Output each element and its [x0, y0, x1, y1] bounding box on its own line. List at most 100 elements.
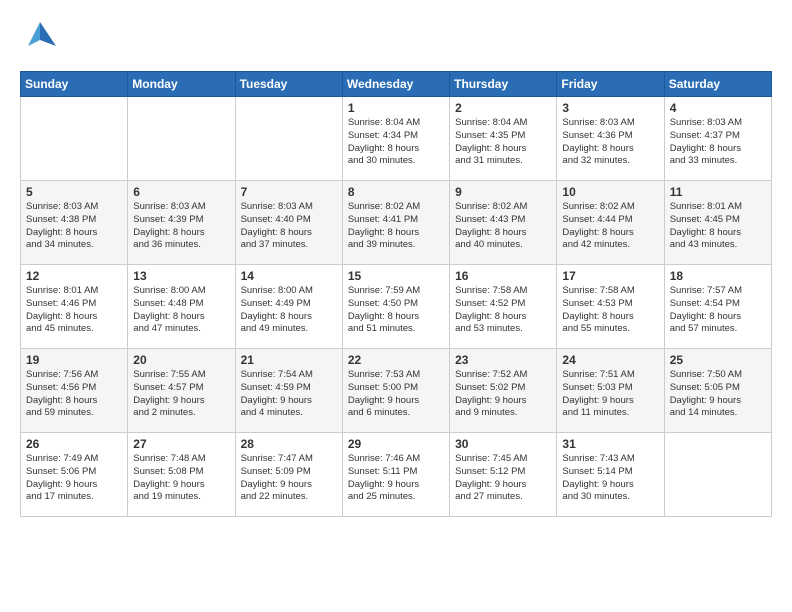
day-cell: 7 Sunrise: 8:03 AM Sunset: 4:40 PM Daylig…: [235, 181, 342, 265]
day-info: Sunrise: 8:03 AM Sunset: 4:37 PM Dayligh…: [670, 117, 766, 168]
page: SundayMondayTuesdayWednesdayThursdayFrid…: [0, 0, 792, 612]
day-cell: 13Sunrise: 8:00 AM Sunset: 4:48 PM Dayli…: [128, 265, 235, 349]
day-number: 21: [241, 353, 337, 367]
day-cell: 3Sunrise: 8:03 AM Sunset: 4:36 PM Daylig…: [557, 97, 664, 181]
day-info: Sunrise: 7:46 AM Sunset: 5:11 PM Dayligh…: [348, 453, 444, 504]
day-cell: 1Sunrise: 8:04 AM Sunset: 4:34 PM Daylig…: [342, 97, 449, 181]
day-number: 14: [241, 269, 337, 283]
logo: [20, 18, 60, 61]
day-number: 12: [26, 269, 122, 283]
day-number: 29: [348, 437, 444, 451]
day-info: Sunrise: 7:59 AM Sunset: 4:50 PM Dayligh…: [348, 285, 444, 336]
day-info: Sunrise: 8:03 AM Sunset: 4:38 PM Dayligh…: [26, 201, 122, 252]
day-cell: 19Sunrise: 7:56 AM Sunset: 4:56 PM Dayli…: [21, 349, 128, 433]
day-cell: [235, 97, 342, 181]
day-cell: 10Sunrise: 8:02 AM Sunset: 4:44 PM Dayli…: [557, 181, 664, 265]
day-cell: 21Sunrise: 7:54 AM Sunset: 4:59 PM Dayli…: [235, 349, 342, 433]
day-number: 25: [670, 353, 766, 367]
day-info: Sunrise: 8:01 AM Sunset: 4:46 PM Dayligh…: [26, 285, 122, 336]
day-number: 7: [241, 185, 337, 199]
day-cell: 22 Sunrise: 7:53 AM Sunset: 5:00 PM Dayli…: [342, 349, 449, 433]
day-info: Sunrise: 7:57 AM Sunset: 4:54 PM Dayligh…: [670, 285, 766, 336]
day-info: Sunrise: 7:49 AM Sunset: 5:06 PM Dayligh…: [26, 453, 122, 504]
day-number: 26: [26, 437, 122, 451]
day-info: Sunrise: 8:04 AM Sunset: 4:34 PM Dayligh…: [348, 117, 444, 168]
calendar-header: SundayMondayTuesdayWednesdayThursdayFrid…: [21, 72, 772, 97]
day-info: Sunrise: 7:51 AM Sunset: 5:03 PM Dayligh…: [562, 369, 658, 420]
logo-icon: [20, 18, 58, 56]
day-cell: 23Sunrise: 7:52 AM Sunset: 5:02 PM Dayli…: [450, 349, 557, 433]
day-cell: 9 Sunrise: 8:02 AM Sunset: 4:43 PM Daylig…: [450, 181, 557, 265]
day-info: Sunrise: 8:00 AM Sunset: 4:49 PM Dayligh…: [241, 285, 337, 336]
day-cell: [21, 97, 128, 181]
day-info: Sunrise: 7:53 AM Sunset: 5:00 PM Dayligh…: [348, 369, 444, 420]
week-row-1: 1Sunrise: 8:04 AM Sunset: 4:34 PM Daylig…: [21, 97, 772, 181]
day-number: 2: [455, 101, 551, 115]
day-number: 24: [562, 353, 658, 367]
day-info: Sunrise: 8:03 AM Sunset: 4:40 PM Dayligh…: [241, 201, 337, 252]
day-cell: 28 Sunrise: 7:47 AM Sunset: 5:09 PM Dayli…: [235, 433, 342, 517]
day-cell: 4 Sunrise: 8:03 AM Sunset: 4:37 PM Daylig…: [664, 97, 771, 181]
day-number: 28: [241, 437, 337, 451]
day-cell: 16Sunrise: 7:58 AM Sunset: 4:52 PM Dayli…: [450, 265, 557, 349]
day-cell: 17Sunrise: 7:58 AM Sunset: 4:53 PM Dayli…: [557, 265, 664, 349]
week-row-3: 12 Sunrise: 8:01 AM Sunset: 4:46 PM Dayli…: [21, 265, 772, 349]
calendar: SundayMondayTuesdayWednesdayThursdayFrid…: [20, 71, 772, 517]
day-cell: 5 Sunrise: 8:03 AM Sunset: 4:38 PM Daylig…: [21, 181, 128, 265]
day-number: 9: [455, 185, 551, 199]
week-row-4: 19Sunrise: 7:56 AM Sunset: 4:56 PM Dayli…: [21, 349, 772, 433]
day-info: Sunrise: 8:02 AM Sunset: 4:41 PM Dayligh…: [348, 201, 444, 252]
day-cell: 26 Sunrise: 7:49 AM Sunset: 5:06 PM Dayli…: [21, 433, 128, 517]
day-number: 18: [670, 269, 766, 283]
day-cell: 14 Sunrise: 8:00 AM Sunset: 4:49 PM Dayli…: [235, 265, 342, 349]
week-row-2: 5 Sunrise: 8:03 AM Sunset: 4:38 PM Daylig…: [21, 181, 772, 265]
day-number: 17: [562, 269, 658, 283]
day-info: Sunrise: 8:01 AM Sunset: 4:45 PM Dayligh…: [670, 201, 766, 252]
day-cell: 15 Sunrise: 7:59 AM Sunset: 4:50 PM Dayli…: [342, 265, 449, 349]
day-number: 22: [348, 353, 444, 367]
day-number: 10: [562, 185, 658, 199]
day-cell: 30 Sunrise: 7:45 AM Sunset: 5:12 PM Dayli…: [450, 433, 557, 517]
day-info: Sunrise: 8:03 AM Sunset: 4:39 PM Dayligh…: [133, 201, 229, 252]
day-of-week-saturday: Saturday: [664, 72, 771, 97]
day-number: 19: [26, 353, 122, 367]
day-cell: 6 Sunrise: 8:03 AM Sunset: 4:39 PM Daylig…: [128, 181, 235, 265]
day-info: Sunrise: 7:43 AM Sunset: 5:14 PM Dayligh…: [562, 453, 658, 504]
day-info: Sunrise: 7:48 AM Sunset: 5:08 PM Dayligh…: [133, 453, 229, 504]
day-number: 30: [455, 437, 551, 451]
day-number: 15: [348, 269, 444, 283]
day-cell: 11 Sunrise: 8:01 AM Sunset: 4:45 PM Dayli…: [664, 181, 771, 265]
day-cell: 8 Sunrise: 8:02 AM Sunset: 4:41 PM Daylig…: [342, 181, 449, 265]
day-number: 3: [562, 101, 658, 115]
day-info: Sunrise: 7:45 AM Sunset: 5:12 PM Dayligh…: [455, 453, 551, 504]
day-number: 27: [133, 437, 229, 451]
day-info: Sunrise: 8:00 AM Sunset: 4:48 PM Dayligh…: [133, 285, 229, 336]
day-number: 4: [670, 101, 766, 115]
day-number: 8: [348, 185, 444, 199]
day-of-week-wednesday: Wednesday: [342, 72, 449, 97]
day-info: Sunrise: 8:02 AM Sunset: 4:43 PM Dayligh…: [455, 201, 551, 252]
day-of-week-tuesday: Tuesday: [235, 72, 342, 97]
day-cell: 25 Sunrise: 7:50 AM Sunset: 5:05 PM Dayli…: [664, 349, 771, 433]
day-number: 11: [670, 185, 766, 199]
day-cell: [664, 433, 771, 517]
days-of-week-row: SundayMondayTuesdayWednesdayThursdayFrid…: [21, 72, 772, 97]
week-row-5: 26 Sunrise: 7:49 AM Sunset: 5:06 PM Dayli…: [21, 433, 772, 517]
day-cell: 18 Sunrise: 7:57 AM Sunset: 4:54 PM Dayli…: [664, 265, 771, 349]
day-of-week-thursday: Thursday: [450, 72, 557, 97]
day-number: 31: [562, 437, 658, 451]
day-of-week-friday: Friday: [557, 72, 664, 97]
day-info: Sunrise: 8:04 AM Sunset: 4:35 PM Dayligh…: [455, 117, 551, 168]
day-of-week-sunday: Sunday: [21, 72, 128, 97]
day-info: Sunrise: 7:47 AM Sunset: 5:09 PM Dayligh…: [241, 453, 337, 504]
day-number: 6: [133, 185, 229, 199]
day-cell: 27 Sunrise: 7:48 AM Sunset: 5:08 PM Dayli…: [128, 433, 235, 517]
day-of-week-monday: Monday: [128, 72, 235, 97]
day-cell: 29 Sunrise: 7:46 AM Sunset: 5:11 PM Dayli…: [342, 433, 449, 517]
day-info: Sunrise: 7:52 AM Sunset: 5:02 PM Dayligh…: [455, 369, 551, 420]
day-info: Sunrise: 7:55 AM Sunset: 4:57 PM Dayligh…: [133, 369, 229, 420]
day-number: 5: [26, 185, 122, 199]
day-info: Sunrise: 7:50 AM Sunset: 5:05 PM Dayligh…: [670, 369, 766, 420]
day-cell: [128, 97, 235, 181]
calendar-body: 1Sunrise: 8:04 AM Sunset: 4:34 PM Daylig…: [21, 97, 772, 517]
